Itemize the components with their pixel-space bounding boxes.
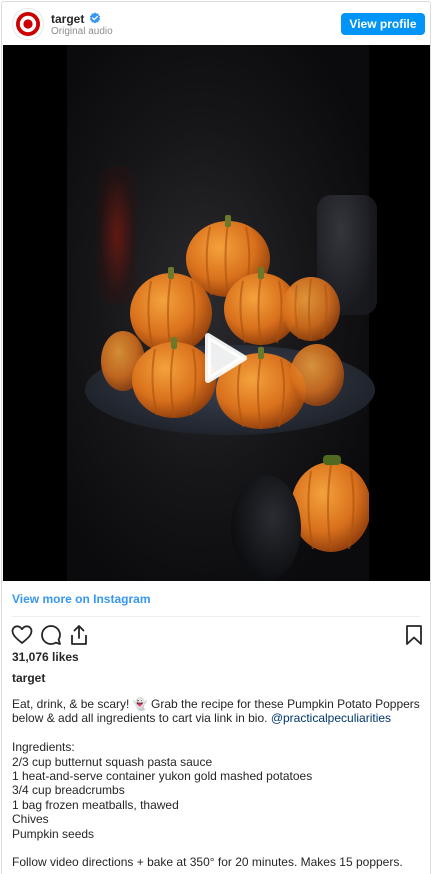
heart-icon[interactable] [11,624,33,646]
pumpkin-poppers-image [67,45,377,581]
instagram-embed-card: target Original audio View profile View … [1,1,431,874]
divider [12,616,420,617]
pumpkin-popper [289,337,345,407]
directions-text: Follow video directions + bake at 350° f… [12,855,403,870]
caption-line-text: below & add all ingredients to cart via … [12,711,271,726]
ingredient-item: 1 bag frozen meatballs, thawed [12,797,179,812]
share-icon[interactable] [68,624,90,646]
comment-icon[interactable] [40,624,62,646]
ingredients-heading: Ingredients: [12,740,75,755]
caption-text: Eat, drink, & be scary! 👻 Grab the recip… [12,697,422,870]
action-bar [11,624,423,646]
ingredient-item: Chives [12,812,49,827]
pumpkin-popper [281,273,341,343]
avatar[interactable] [12,8,44,40]
ingredient-item: 2/3 cup butternut squash pasta sauce [12,754,213,769]
post-header: target Original audio View profile [2,2,430,46]
video-player[interactable] [3,45,430,581]
ingredient-item: Pumpkin seeds [12,826,95,841]
view-profile-button[interactable]: View profile [341,13,425,35]
ingredient-item: 1 heat-and-serve container yukon gold ma… [12,769,313,784]
play-icon[interactable] [194,330,250,386]
likes-count[interactable]: 31,076 likes [12,650,79,664]
audio-subtitle[interactable]: Original audio [51,26,113,38]
view-more-link[interactable]: View more on Instagram [12,592,151,606]
verified-badge-icon [89,12,101,24]
target-logo-icon [16,12,40,36]
header-username[interactable]: target [51,12,84,26]
dark-jar [231,475,301,581]
caption-line: below & add all ingredients to cart via … [12,711,422,725]
ingredient-item: 3/4 cup breadcrumbs [12,783,125,798]
caption-username[interactable]: target [12,671,45,685]
bookmark-icon[interactable] [403,624,425,646]
caption-line: Eat, drink, & be scary! 👻 Grab the recip… [12,697,420,711]
mention-link[interactable]: @practicalpeculiarities [271,711,391,725]
